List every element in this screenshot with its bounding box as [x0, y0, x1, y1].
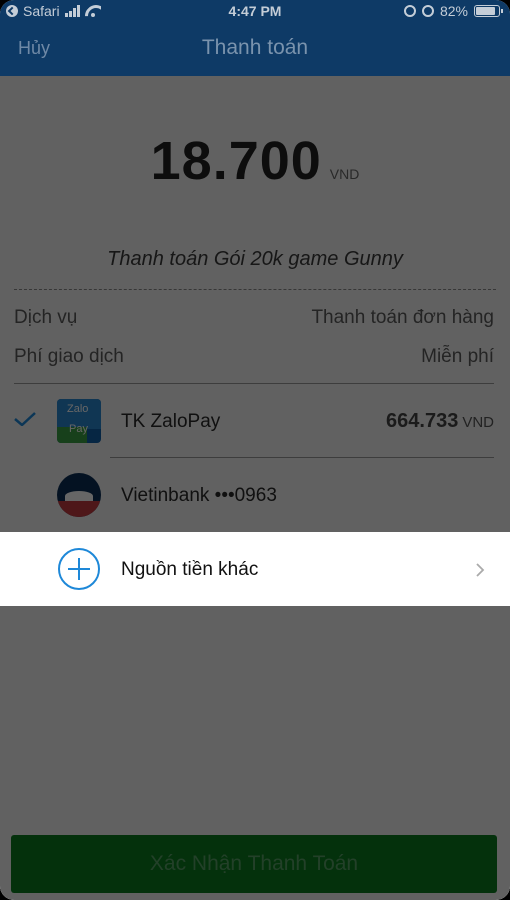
alarm-icon — [421, 5, 434, 17]
zalopay-logo-text-bottom: Pay — [69, 423, 88, 435]
vietinbank-logo-icon — [57, 473, 101, 517]
chevron-right-icon — [476, 563, 485, 577]
fee-label: Phí giao dịch — [14, 346, 124, 367]
payment-amount: 18.700 VND — [0, 130, 510, 192]
payment-description: Thanh toán Gói 20k game Gunny — [107, 248, 403, 270]
zalopay-logo-text-top: Zalo — [67, 403, 89, 415]
other-source-button[interactable]: Nguồn tiền khác — [0, 532, 510, 606]
payment-screen: Safari 4:47 PM 82% Hủy Thanh toán 18.700… — [0, 0, 510, 900]
nav-bar: Hủy Thanh toán — [0, 22, 510, 76]
battery-percent: 82% — [439, 3, 468, 19]
balance-currency: VND — [462, 414, 494, 431]
service-row: Dịch vụ Thanh toán đơn hàng — [14, 307, 494, 333]
service-value: Thanh toán đơn hàng — [311, 307, 494, 328]
battery-icon — [474, 5, 503, 17]
dashed-divider — [14, 289, 496, 290]
status-bar: Safari 4:47 PM 82% — [0, 0, 510, 22]
amount-currency: VND — [329, 166, 360, 182]
confirm-payment-button[interactable]: Xác Nhận Thanh Toán — [11, 835, 497, 893]
page-title: Thanh toán — [201, 36, 309, 59]
other-source-label: Nguồn tiền khác — [121, 559, 259, 580]
source-vietinbank[interactable]: Vietinbank •••0963 — [0, 458, 510, 532]
source-name: TK ZaloPay — [121, 411, 221, 432]
add-circle-icon — [58, 548, 100, 590]
fee-row: Phí giao dịch Miễn phí — [14, 346, 494, 372]
service-label: Dịch vụ — [14, 307, 78, 328]
check-icon — [14, 412, 36, 426]
fee-value: Miễn phí — [421, 346, 494, 367]
rotation-lock-icon — [403, 5, 416, 17]
zalopay-balance: 664.733 VND — [386, 410, 494, 433]
amount-value: 18.700 — [150, 131, 322, 191]
source-zalopay[interactable]: Zalo Pay TK ZaloPay 664.733 VND — [0, 384, 510, 458]
balance-value: 664.733 — [386, 410, 459, 432]
status-right: 82% — [403, 3, 503, 19]
source-name: Vietinbank •••0963 — [121, 485, 277, 506]
zalopay-logo-icon: Zalo Pay — [57, 399, 101, 443]
